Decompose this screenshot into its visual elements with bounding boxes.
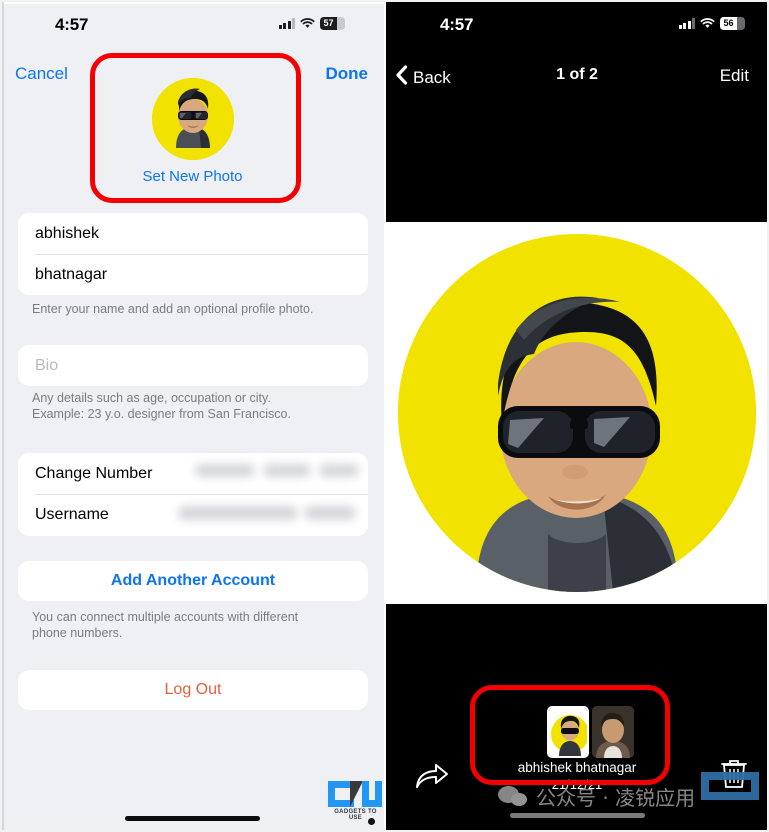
edit-button[interactable]: Edit xyxy=(720,66,749,86)
wifi-icon xyxy=(700,18,715,29)
first-name-value: abhishek xyxy=(35,224,100,242)
set-new-photo-button[interactable]: Set New Photo xyxy=(0,168,385,185)
left-status-indicators: 57 xyxy=(278,17,345,30)
battery-icon: 57 xyxy=(320,17,345,30)
photo-yellow-circle xyxy=(398,234,756,592)
photo-viewer-image[interactable] xyxy=(385,222,769,604)
bio-card[interactable]: Bio xyxy=(18,345,368,386)
cellular-signal-icon xyxy=(678,18,695,29)
cellular-signal-icon xyxy=(278,18,295,29)
username-label: Username xyxy=(35,505,109,523)
name-card: abhishek bhatnagar xyxy=(18,213,368,295)
battery-icon: 56 xyxy=(720,17,745,30)
last-name-row[interactable]: bhatnagar xyxy=(18,254,368,295)
wechat-watermark: 公众号 · 凌锐应用 xyxy=(498,782,695,811)
log-out-button[interactable]: Log Out xyxy=(18,670,368,710)
avatar-block[interactable]: Set New Photo xyxy=(0,78,385,185)
bio-row[interactable]: Bio xyxy=(18,345,368,386)
right-home-indicator[interactable] xyxy=(510,813,645,818)
last-name-value: bhatnagar xyxy=(35,265,108,283)
photo-counter-title: 1 of 2 xyxy=(556,66,598,83)
right-status-indicators: 56 xyxy=(678,17,745,30)
bio-hint-line2: Example: 23 y.o. designer from San Franc… xyxy=(32,407,291,421)
first-name-row[interactable]: abhishek xyxy=(18,213,368,254)
add-account-hint-line1: You can connect multiple accounts with d… xyxy=(32,610,299,624)
page-dot-indicator xyxy=(368,818,375,825)
gadgets-to-use-logo-watermark: GADGETS TO USE xyxy=(328,781,383,823)
share-arrow-icon[interactable] xyxy=(415,762,449,790)
thumbnail-1[interactable] xyxy=(547,706,589,758)
right-nav-bar: Back 1 of 2 Edit xyxy=(385,62,769,96)
add-account-hint-line2: phone numbers. xyxy=(32,626,123,640)
change-number-label: Change Number xyxy=(35,464,153,482)
log-out-label: Log Out xyxy=(164,681,222,698)
left-status-time: 4:57 xyxy=(55,15,89,34)
username-value-redacted xyxy=(178,502,360,526)
left-phone-profile-edit-screen: 4:57 57 Cancel Done Set New Photo abhish… xyxy=(0,0,385,832)
change-number-value-redacted xyxy=(195,460,360,484)
avatar[interactable] xyxy=(151,78,234,160)
add-another-account-label: Add Another Account xyxy=(110,572,276,589)
right-status-time: 4:57 xyxy=(440,15,474,34)
photo-portrait-image xyxy=(398,234,756,592)
wechat-icon xyxy=(498,785,528,808)
battery-percent-label: 56 xyxy=(723,18,734,28)
thumbnail-1-image xyxy=(549,708,587,756)
screenshot-root: 4:57 57 Cancel Done Set New Photo abhish… xyxy=(0,0,769,832)
left-status-bar: 4:57 57 xyxy=(0,4,385,44)
add-another-account-button[interactable]: Add Another Account xyxy=(18,561,368,601)
left-home-indicator[interactable] xyxy=(125,816,260,821)
thumbnail-2[interactable] xyxy=(592,706,634,758)
gadgets-to-use-brand-text: GADGETS TO USE xyxy=(334,809,377,821)
bio-input-placeholder: Bio xyxy=(35,356,59,374)
thumbnail-2-image xyxy=(592,706,634,758)
bio-hint-line1: Any details such as age, occupation or c… xyxy=(32,391,271,405)
wechat-watermark-text: 公众号 · 凌锐应用 xyxy=(536,786,696,810)
publisher-logo-watermark xyxy=(701,772,759,820)
thumbnail-strip[interactable] xyxy=(547,706,634,758)
name-hint: Enter your name and add an optional prof… xyxy=(32,302,314,316)
battery-percent-label: 57 xyxy=(323,18,334,28)
wifi-icon xyxy=(300,18,315,29)
panel-divider xyxy=(384,0,386,832)
avatar-portrait-image xyxy=(151,78,234,160)
